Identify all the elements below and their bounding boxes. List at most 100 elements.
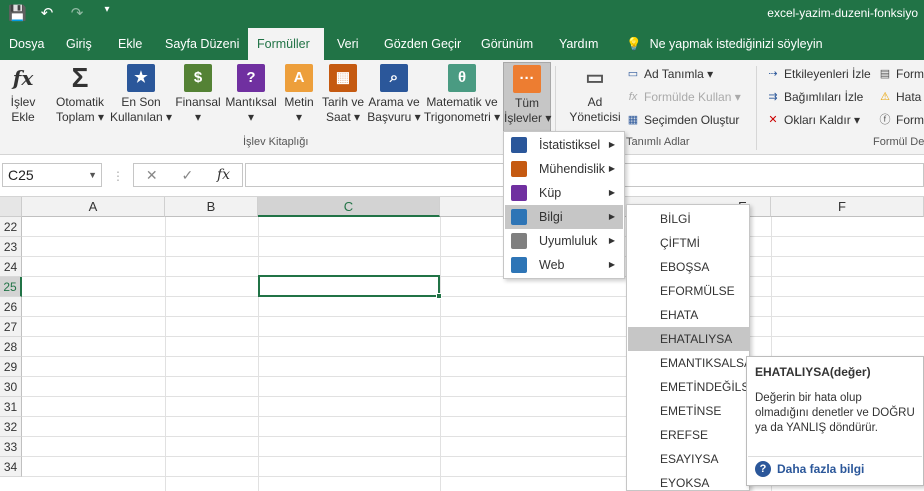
fill-handle[interactable] — [436, 293, 442, 299]
text-button[interactable]: A Metin ▾ — [281, 64, 317, 125]
customize-qat-icon[interactable]: ▾ — [98, 4, 116, 22]
tab-gozden-gecir[interactable]: Gözden Geçir — [375, 28, 470, 60]
function-item[interactable]: ÇİFTMİ — [628, 231, 749, 255]
function-item[interactable]: EFORMÜLSE — [628, 279, 749, 303]
trace-dependents-button[interactable]: ⇉ Bağımlıları İzle — [766, 87, 863, 107]
menu-item-compatibility[interactable]: Uyumluluk ▶ — [505, 229, 623, 253]
cube-icon — [511, 185, 527, 201]
tab-veri[interactable]: Veri — [328, 28, 368, 60]
show-formulas-button[interactable]: ▤ Form — [878, 64, 924, 84]
theta-book-icon: θ — [448, 64, 476, 92]
function-item[interactable]: EHATA — [628, 303, 749, 327]
name-manager-button[interactable]: ▭ Ad Yöneticisi — [566, 64, 624, 125]
trace-precedents-icon: ⇢ — [768, 68, 778, 80]
tab-gorunum[interactable]: Görünüm — [472, 28, 542, 60]
tab-yardim[interactable]: Yardım — [550, 28, 607, 60]
splitter-dots-icon[interactable]: ⋮ — [112, 169, 124, 183]
row-header[interactable]: 22 — [0, 217, 22, 237]
function-item[interactable]: EREFSE — [628, 423, 749, 447]
create-from-selection-button[interactable]: ▦ Seçimden Oluştur — [626, 110, 740, 130]
more-functions-button[interactable]: ··· Tüm İşlevler ▾ — [503, 62, 551, 132]
column-header-c[interactable]: C — [258, 197, 440, 217]
selected-cell-c25[interactable] — [258, 275, 442, 299]
enter-icon[interactable]: ✓ — [181, 167, 193, 184]
menu-item-information[interactable]: Bilgi ▶ — [505, 205, 623, 229]
tab-formuller[interactable]: Formüller — [248, 28, 324, 60]
math-trig-button[interactable]: θ Matematik ve Trigonometri ▾ — [423, 64, 501, 125]
date-time-button[interactable]: ▦ Tarih ve Saat ▾ — [320, 64, 366, 125]
fx-small-icon: fx — [628, 91, 638, 103]
define-name-button[interactable]: ▭ Ad Tanımla ▾ — [626, 64, 713, 84]
row-header[interactable]: 26 — [0, 297, 22, 317]
row-header[interactable]: 31 — [0, 397, 22, 417]
grid-line — [440, 217, 441, 491]
lookup-reference-button[interactable]: ⌕ Arama ve Başvuru ▾ — [366, 64, 422, 125]
function-item[interactable]: EYOKSA — [628, 471, 749, 490]
tab-dosya[interactable]: Dosya — [0, 28, 53, 60]
coins-icon: $ — [184, 64, 212, 92]
fx-icon: fx — [12, 66, 34, 90]
tab-giris[interactable]: Giriş — [57, 28, 101, 60]
warning-icon: ⚠ — [880, 91, 890, 103]
row-header[interactable]: 34 — [0, 457, 22, 477]
insert-function-button[interactable]: fx İşlev Ekle — [4, 64, 42, 125]
statistical-icon — [511, 137, 527, 153]
lightbulb-icon: 💡 — [626, 37, 642, 51]
cancel-icon[interactable]: ✕ — [146, 167, 158, 184]
quick-access-toolbar: 💾 ↶ ↷ ▾ — [8, 4, 116, 22]
recently-used-button[interactable]: ★ En Son Kullanılan ▾ — [110, 64, 172, 125]
evaluate-icon: ⓕ — [879, 114, 891, 126]
chevron-right-icon: ▶ — [608, 236, 615, 245]
row-header[interactable]: 27 — [0, 317, 22, 337]
magnifier-book-icon: ⌕ — [380, 64, 408, 92]
web-icon — [511, 257, 527, 273]
row-header[interactable]: 29 — [0, 357, 22, 377]
error-checking-button[interactable]: ⚠ Hata — [878, 87, 921, 107]
financial-button[interactable]: $ Finansal ▾ — [174, 64, 222, 125]
row-header[interactable]: 33 — [0, 437, 22, 457]
menu-item-statistical[interactable]: İstatistiksel ▶ — [505, 133, 623, 157]
ribbon-tabs: Dosya Giriş Ekle Sayfa Düzeni Formüller … — [0, 28, 924, 60]
chevron-down-icon[interactable]: ▼ — [88, 164, 97, 186]
row-header[interactable]: 25 — [0, 277, 22, 297]
autosum-button[interactable]: Σ Otomatik Toplam ▾ — [52, 64, 108, 125]
column-header-a[interactable]: A — [22, 197, 165, 217]
function-item[interactable]: EMETİNSE — [628, 399, 749, 423]
more-functions-icon: ··· — [513, 65, 541, 93]
function-item[interactable]: EMETİNDEĞİLSE — [628, 375, 749, 399]
tell-me-box[interactable]: 💡 Ne yapmak istediğinizi söyleyin — [626, 28, 823, 60]
tab-ekle[interactable]: Ekle — [109, 28, 151, 60]
evaluate-formula-button[interactable]: ⓕ Form — [878, 110, 924, 130]
function-item[interactable]: ESAYIYSA — [628, 447, 749, 471]
function-item[interactable]: EBOŞSA — [628, 255, 749, 279]
undo-icon[interactable]: ↶ — [38, 4, 56, 22]
row-header[interactable]: 24 — [0, 257, 22, 277]
tooltip-description: Değerin bir hata olup olmadığını denetle… — [755, 392, 915, 434]
insert-function-icon[interactable]: fx — [217, 167, 230, 183]
row-header[interactable]: 30 — [0, 377, 22, 397]
name-box[interactable]: C25 ▼ — [2, 163, 102, 187]
more-help-link[interactable]: ? Daha fazla bilgi — [755, 461, 864, 477]
column-header-b[interactable]: B — [165, 197, 258, 217]
menu-item-engineering[interactable]: Mühendislik ▶ — [505, 157, 623, 181]
row-header[interactable]: 23 — [0, 237, 22, 257]
row-header[interactable]: 32 — [0, 417, 22, 437]
information-functions-submenu: BİLGİ ÇİFTMİ EBOŞSA EFORMÜLSE EHATA EHAT… — [626, 204, 750, 491]
redo-icon[interactable]: ↷ — [68, 4, 86, 22]
tab-sayfa-duzeni[interactable]: Sayfa Düzeni — [156, 28, 248, 60]
logical-button[interactable]: ? Mantıksal ▾ — [224, 64, 278, 125]
save-icon[interactable]: 💾 — [8, 4, 27, 22]
row-header[interactable]: 28 — [0, 337, 22, 357]
remove-arrows-button[interactable]: ✕ Okları Kaldır ▾ — [766, 110, 860, 130]
menu-item-cube[interactable]: Küp ▶ — [505, 181, 623, 205]
menu-item-web[interactable]: Web ▶ — [505, 253, 623, 277]
function-item[interactable]: EMANTIKSALSA — [628, 351, 749, 375]
use-in-formula-button[interactable]: fx Formülde Kullan ▾ — [626, 87, 741, 107]
column-header-f[interactable]: F — [771, 197, 924, 217]
title-bar: 💾 ↶ ↷ ▾ excel-yazim-duzeni-fonksiyo — [0, 0, 924, 28]
grid-line — [22, 236, 924, 237]
function-item[interactable]: BİLGİ — [628, 207, 749, 231]
trace-precedents-button[interactable]: ⇢ Etkileyenleri İzle — [766, 64, 870, 84]
function-item[interactable]: EHATALIYSA — [628, 327, 749, 351]
select-all-corner[interactable] — [0, 197, 22, 217]
